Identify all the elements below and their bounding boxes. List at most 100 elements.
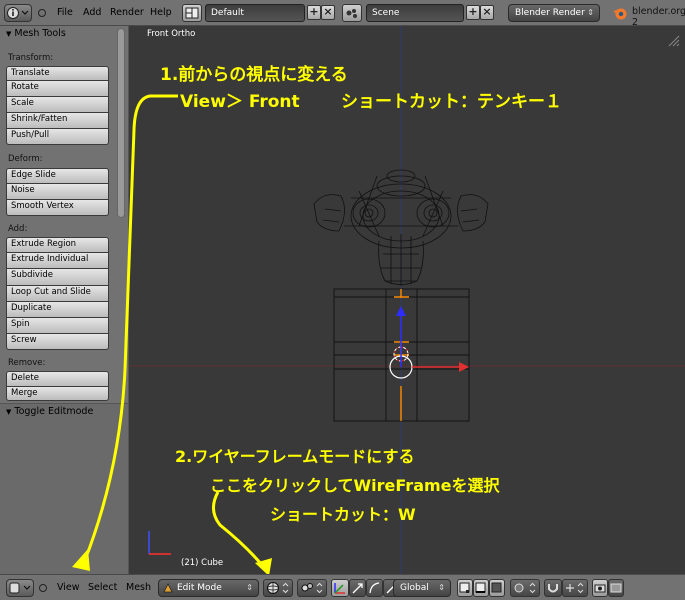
noise-button[interactable]: Noise	[6, 184, 109, 200]
menu-select[interactable]: Select	[88, 582, 117, 593]
arrow-up-right-icon	[352, 583, 363, 594]
editor-type-3d-button[interactable]	[6, 579, 34, 597]
snap-element-button[interactable]	[562, 579, 588, 597]
editor-type-info-button[interactable]	[4, 4, 32, 22]
menu-help[interactable]: Help	[150, 7, 172, 18]
mode-label: Edit Mode	[177, 583, 222, 593]
scrollbar-thumb[interactable]	[117, 28, 125, 218]
step1-shortcut: ショートカット：テンキー１	[341, 92, 562, 112]
smooth-vertex-button[interactable]: Smooth Vertex	[6, 200, 109, 216]
face-select-icon	[491, 582, 502, 593]
menu-view[interactable]: View	[57, 582, 80, 593]
vertex-select-button[interactable]	[457, 579, 473, 597]
menu-file[interactable]: File	[57, 7, 73, 18]
shrink-fatten-button[interactable]: Shrink/Fatten	[6, 113, 109, 129]
section-add-label: Add:	[8, 224, 28, 234]
pivot-point-button[interactable]	[297, 579, 327, 597]
step2-shortcut: ショートカット：W	[270, 505, 416, 524]
info-icon	[7, 7, 29, 19]
menu-render[interactable]: Render	[110, 7, 144, 18]
spin-button[interactable]: Spin	[6, 318, 109, 334]
scale-button[interactable]: Scale	[6, 97, 109, 113]
toggle-editmode-panel-header[interactable]: ▼ Toggle Editmode	[0, 406, 93, 420]
loop-cut-and-slide-button[interactable]: Loop Cut and Slide	[6, 286, 109, 302]
snap-toggle-button[interactable]	[544, 579, 562, 597]
rotate-button[interactable]: Rotate	[6, 81, 109, 97]
panel-expand-icon: ▼	[6, 408, 12, 416]
menu-add[interactable]: Add	[83, 7, 101, 18]
step1-title: 1.前からの視点に変える	[160, 65, 348, 85]
screen-layout-icon	[185, 7, 199, 19]
3d-view-icon	[9, 582, 31, 594]
mesh-tools-panel-header[interactable]: ▼ Mesh Tools	[0, 28, 66, 42]
edge-slide-button[interactable]: Edge Slide	[6, 168, 109, 184]
render-preview-button[interactable]	[592, 579, 608, 597]
screen-layout-field[interactable]: Default	[205, 4, 305, 22]
collapse-menu-icon[interactable]	[38, 583, 48, 593]
magnet-icon	[548, 584, 558, 593]
add-screen-button[interactable]: +	[307, 5, 321, 20]
render-engine-dropdown[interactable]: Blender Render ⇕	[508, 4, 600, 22]
face-select-button[interactable]	[489, 579, 505, 597]
tool-shelf: ▼ Mesh Tools Transform: Translate Rotate …	[0, 26, 129, 574]
render-animation-button[interactable]	[608, 579, 624, 597]
duplicate-button[interactable]: Duplicate	[6, 302, 109, 318]
active-object-label: (21) Cube	[181, 558, 224, 568]
viewport-shading-button[interactable]	[263, 579, 293, 597]
remove-screen-button[interactable]: ×	[321, 5, 335, 20]
scene-field[interactable]: Scene	[366, 4, 464, 22]
camera-icon	[594, 584, 606, 593]
manipulator-toggle-button[interactable]	[331, 579, 349, 597]
snap-increment-icon	[566, 582, 584, 594]
proportional-edit-icon	[514, 582, 536, 594]
collapse-menu-icon[interactable]	[37, 8, 47, 18]
dropdown-arrows-icon: ⇕	[246, 583, 253, 592]
add-scene-button[interactable]: +	[466, 5, 480, 20]
step2-title: 2.ワイヤーフレームモードにする	[175, 447, 415, 466]
scene-icon	[346, 9, 357, 18]
panel-expand-icon: ▼	[6, 30, 12, 38]
tool-shelf-scrollbar[interactable]	[116, 26, 126, 396]
edge-select-button[interactable]	[473, 579, 489, 597]
menu-mesh[interactable]: Mesh	[126, 582, 151, 593]
mode-dropdown[interactable]: Edit Mode ⇕	[158, 579, 259, 597]
mini-axis-gizmo	[148, 531, 171, 555]
pivot-icon	[301, 582, 323, 594]
dropdown-arrows-icon: ⇕	[438, 583, 445, 592]
remove-scene-button[interactable]: ×	[480, 5, 494, 20]
translate-button[interactable]: Translate	[6, 66, 109, 81]
delete-button[interactable]: Delete	[6, 371, 109, 387]
step1-menu-path: View＞ Front	[180, 92, 300, 112]
rotate-manipulator-button[interactable]	[366, 579, 383, 597]
blender-logo-icon	[613, 8, 627, 20]
render-engine-label: Blender Render	[515, 8, 585, 18]
orientation-dropdown[interactable]: Global ⇕	[393, 579, 451, 597]
vertex-select-icon	[459, 582, 470, 593]
dropdown-arrows-icon: ⇕	[587, 8, 594, 17]
top-header: File Add Render Help Default + × Scene +…	[0, 0, 685, 28]
operator-panel: ▼ Toggle Editmode	[0, 403, 128, 574]
section-remove-label: Remove:	[8, 358, 46, 368]
merge-button[interactable]: Merge	[6, 387, 109, 401]
extrude-region-button[interactable]: Extrude Region	[6, 237, 109, 253]
mesh-tools-title: Mesh Tools	[14, 28, 66, 39]
shading-sphere-icon	[267, 582, 289, 594]
screw-button[interactable]: Screw	[6, 334, 109, 350]
section-deform-label: Deform:	[8, 154, 43, 164]
edit-mode-icon	[163, 583, 173, 593]
subdivide-button[interactable]: Subdivide	[6, 269, 109, 286]
manipulator-icon	[334, 583, 345, 594]
step2-action: ここをクリックしてWireFrameを選択	[210, 476, 500, 495]
proportional-editing-button[interactable]	[510, 579, 540, 597]
scene-button[interactable]	[342, 4, 362, 22]
translate-manipulator-button[interactable]	[349, 579, 366, 597]
film-icon	[610, 583, 622, 593]
screen-layout-button[interactable]	[182, 4, 202, 22]
edge-select-icon	[475, 582, 486, 593]
website-label: blender.org 2	[632, 6, 685, 28]
bottom-header: View Select Mesh Edit Mode ⇕ Global ⇕	[0, 574, 685, 600]
push-pull-button[interactable]: Push/Pull	[6, 129, 109, 145]
extrude-individual-button[interactable]: Extrude Individual	[6, 253, 109, 269]
toggle-editmode-title: Toggle Editmode	[14, 406, 94, 417]
section-transform-label: Transform:	[8, 53, 54, 63]
